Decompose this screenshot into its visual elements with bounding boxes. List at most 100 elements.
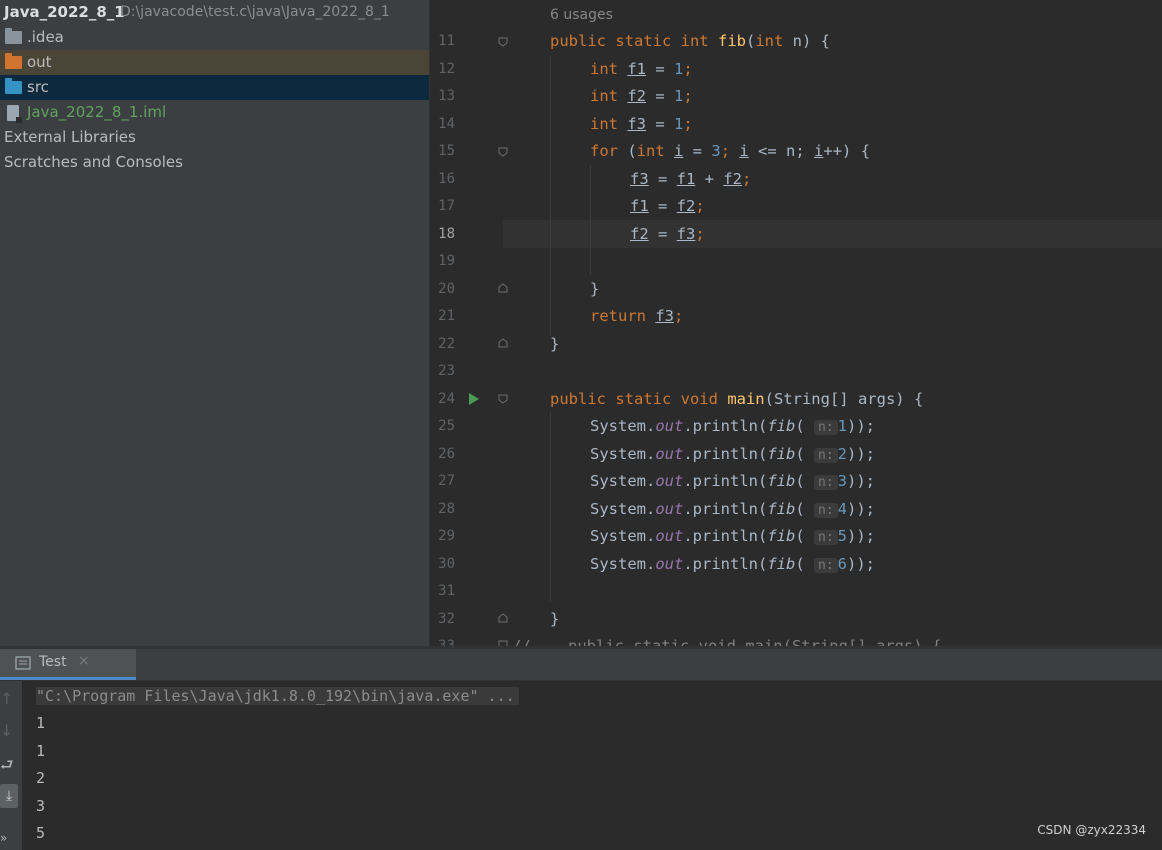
fold-collapse-icon[interactable] — [498, 394, 508, 404]
code-line-28: System.out.println(fib( n: 4)); — [590, 496, 875, 523]
token-semicolon: ; — [720, 142, 740, 160]
token-keyword: int — [590, 87, 628, 105]
tree-item-src[interactable]: src — [0, 75, 429, 100]
token-semicolon: ; — [683, 87, 693, 105]
token-paren: ( — [795, 417, 814, 435]
code-line-15: for (int i = 3; i <= n; i++) { — [590, 138, 870, 165]
token-function-call: fib — [767, 472, 796, 490]
token-function-call: fib — [767, 527, 796, 545]
code-line-20: } — [590, 279, 600, 298]
fold-end-icon[interactable] — [498, 283, 508, 293]
token-static-field: out — [655, 472, 684, 490]
line-number: 17 — [438, 198, 455, 214]
token-op: <= n; — [748, 142, 815, 160]
tab-run-test[interactable]: Test × — [0, 649, 136, 680]
fold-collapse-icon[interactable] — [498, 147, 508, 157]
token-op: = — [648, 224, 677, 243]
token-number: 5 — [837, 527, 847, 545]
token-static-field: out — [655, 499, 684, 518]
close-icon[interactable]: × — [78, 653, 90, 669]
token-static-field: out — [655, 554, 684, 573]
arrow-down-icon[interactable]: ↓ — [0, 721, 13, 740]
line-number: 30 — [438, 555, 455, 572]
line-number: 11 — [438, 33, 455, 49]
token-static-field: out — [655, 417, 684, 435]
arrow-up-icon[interactable]: ↑ — [0, 689, 13, 708]
fold-collapse-icon[interactable] — [498, 37, 508, 47]
token-function-call: fib — [767, 417, 796, 435]
run-console[interactable]: ↑ ↓ ⮐ ⤓ » "C:\Program Files\Java\jdk1.8.… — [0, 681, 1162, 850]
token-keyword: public static int — [550, 32, 718, 50]
line-number: 27 — [438, 473, 455, 489]
line-number: 25 — [438, 418, 455, 434]
code-editor[interactable]: 6 usages 11 12 13 14 15 16 17 18 19 20 2… — [430, 0, 1162, 646]
token-class: System. — [590, 499, 656, 518]
tree-item-scratches[interactable]: Scratches and Consoles — [0, 150, 429, 175]
code-line-33: // public static void main(String[] args… — [512, 637, 942, 646]
token-op: = — [646, 114, 674, 133]
token-punct: )); — [847, 417, 875, 435]
run-tool-window-header: Test × — [0, 649, 1162, 681]
run-gutter-icon[interactable] — [468, 392, 480, 406]
code-line-30: System.out.println(fib( n: 6)); — [590, 551, 875, 578]
token-variable: f3 — [627, 114, 646, 133]
line-number: 13 — [438, 88, 455, 104]
token-op: + — [695, 169, 724, 188]
token-function: main — [727, 389, 765, 408]
token-method: .println( — [683, 417, 768, 435]
token-paren: ( — [795, 444, 814, 463]
fold-end-icon[interactable] — [498, 338, 508, 348]
usages-hint[interactable]: 6 usages — [550, 2, 613, 28]
token-semicolon: ; — [674, 307, 684, 325]
token-class: System. — [590, 472, 656, 490]
fold-end-icon[interactable] — [498, 613, 508, 623]
iml-file-icon — [7, 105, 22, 123]
token-static-field: out — [655, 527, 684, 545]
token-variable: f2 — [627, 87, 646, 105]
tree-item-idea[interactable]: .idea — [0, 25, 429, 50]
scroll-to-end-icon[interactable]: ⤓ — [0, 784, 18, 808]
token-method: .println( — [683, 472, 768, 490]
token-paren: ( — [795, 554, 814, 573]
tree-item-label: Scratches and Consoles — [4, 153, 183, 171]
line-number: 28 — [438, 500, 455, 517]
tree-root[interactable]: Java_2022_8_1 D:\javacode\test.c\java\Ja… — [0, 0, 429, 25]
token-op: = — [683, 142, 712, 160]
token-punct: )); — [847, 554, 875, 573]
token-method: .println( — [683, 499, 768, 518]
token-variable: f3 — [630, 169, 649, 188]
token-variable: i — [674, 142, 684, 160]
token-function-call: fib — [767, 554, 796, 573]
tree-item-iml[interactable]: Java_2022_8_1.iml — [0, 100, 429, 125]
token-paren: ( — [795, 472, 814, 490]
token-number: 3 — [711, 142, 721, 160]
line-number-current: 18 — [438, 225, 455, 242]
more-icon[interactable]: » — [0, 831, 7, 845]
soft-wrap-icon[interactable]: ⮐ — [0, 755, 14, 780]
token-op: = — [646, 87, 674, 105]
token-semicolon: ; — [695, 224, 705, 243]
token-variable: f2 — [630, 224, 649, 243]
token-variable: i — [739, 142, 749, 160]
token-static-field: out — [655, 444, 684, 463]
token-semicolon: ; — [742, 169, 752, 188]
line-number: 19 — [438, 253, 455, 269]
token-punct: ( — [745, 32, 756, 50]
line-number: 24 — [438, 390, 455, 407]
parameter-hint: n: — [814, 475, 838, 490]
folder-excluded-icon — [5, 53, 22, 69]
code-line-12: int f1 = 1; — [590, 56, 693, 83]
tree-item-out[interactable]: out — [0, 50, 429, 75]
line-number: 16 — [438, 170, 455, 187]
console-output-line: 2 — [36, 769, 46, 787]
parameter-hint: n: — [814, 420, 838, 435]
line-number: 31 — [438, 583, 455, 599]
line-number: 12 — [438, 60, 455, 77]
token-number: 1 — [674, 59, 684, 78]
console-output-line: 1 — [36, 741, 46, 760]
tree-item-external-libraries[interactable]: External Libraries — [0, 125, 429, 150]
token-paren: ( — [795, 499, 814, 518]
token-number: 4 — [837, 499, 847, 518]
project-tool-window: Java_2022_8_1 D:\javacode\test.c\java\Ja… — [0, 0, 429, 646]
token-semicolon: ; — [695, 197, 705, 215]
